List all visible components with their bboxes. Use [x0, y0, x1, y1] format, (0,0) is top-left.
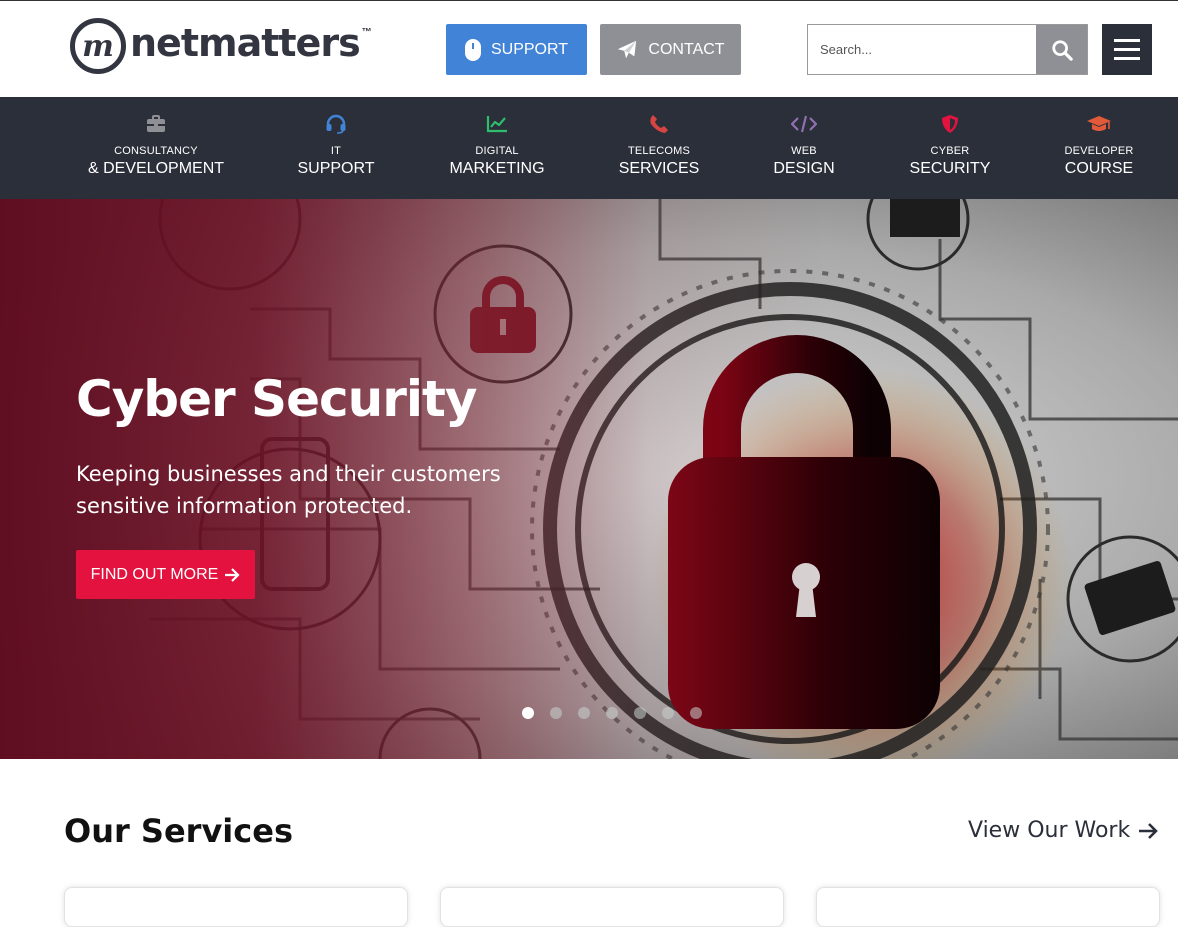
menu-bar-icon — [1114, 48, 1140, 51]
arrow-right-icon — [1139, 822, 1159, 839]
nav-item-small-label: TELECOMS — [627, 145, 691, 157]
nav-item-telecoms[interactable]: TELECOMS SERVICES — [609, 97, 709, 199]
nav-item-label: MARKETING — [449, 160, 545, 177]
nav-item-it-support[interactable]: IT SUPPORT — [286, 97, 386, 199]
support-button-label: SUPPORT — [490, 40, 569, 58]
service-card[interactable] — [64, 887, 408, 927]
slider-dot[interactable] — [690, 707, 702, 719]
nav-item-label: & DEVELOPMENT — [87, 160, 225, 177]
paper-plane-icon — [618, 40, 637, 58]
slider-dot[interactable] — [522, 707, 534, 719]
hero-title: Cyber Security — [76, 370, 478, 428]
search-bar — [807, 24, 1088, 75]
slider-dot[interactable] — [550, 707, 562, 719]
nav-item-small-label: IT — [330, 145, 342, 157]
logo-text: netmatters — [130, 21, 361, 65]
nav-item-label: SUPPORT — [297, 160, 375, 177]
briefcase-icon — [146, 113, 166, 135]
find-out-more-button[interactable]: FIND OUT MORE — [76, 550, 255, 599]
support-button[interactable]: SUPPORT — [446, 24, 587, 75]
slider-dot[interactable] — [606, 707, 618, 719]
hero-subtitle: Keeping businesses and their customers s… — [76, 462, 501, 518]
nav-item-label: COURSE — [1064, 160, 1134, 177]
arrow-right-icon — [225, 567, 240, 582]
slider-dot[interactable] — [578, 707, 590, 719]
service-card[interactable] — [816, 887, 1160, 927]
nav-item-small-label: DEVELOPER — [1064, 145, 1134, 157]
services-nav: CONSULTANCY & DEVELOPMENT IT SUPPORT DIG… — [0, 97, 1178, 199]
headset-icon — [325, 113, 347, 135]
logo-trademark: ™ — [361, 27, 372, 38]
nav-item-label: DESIGN — [773, 160, 835, 177]
find-out-more-label: FIND OUT MORE — [90, 565, 219, 583]
slider-dot[interactable] — [662, 707, 674, 719]
mouse-icon — [464, 38, 481, 61]
hero-slider: Cyber Security Keeping businesses and th… — [0, 199, 1178, 759]
nav-item-label: SERVICES — [618, 160, 700, 177]
slider-dot[interactable] — [634, 707, 646, 719]
shield-icon — [941, 113, 959, 135]
code-icon — [791, 113, 817, 135]
phone-icon — [649, 113, 669, 135]
view-our-work-label: View Our Work — [968, 818, 1131, 843]
search-icon — [1051, 39, 1073, 61]
nav-item-label: SECURITY — [909, 160, 991, 177]
contact-button-label: CONTACT — [648, 40, 725, 58]
nav-item-small-label: CYBER — [930, 145, 970, 157]
menu-bar-icon — [1114, 39, 1140, 42]
site-header: m netmatters ™ SUPPORT CONTACT — [0, 0, 1178, 97]
nav-item-cyber-security[interactable]: CYBER SECURITY — [900, 97, 1000, 199]
service-card[interactable] — [440, 887, 784, 927]
graduation-cap-icon — [1086, 113, 1112, 135]
search-button[interactable] — [1036, 25, 1087, 74]
hamburger-menu-button[interactable] — [1102, 24, 1152, 75]
nav-item-developer-course[interactable]: DEVELOPER COURSE — [1049, 97, 1149, 199]
nav-item-small-label: DIGITAL — [475, 145, 519, 157]
chart-line-icon — [486, 113, 508, 135]
nav-item-digital-marketing[interactable]: DIGITAL MARKETING — [447, 97, 547, 199]
our-services-heading: Our Services — [64, 812, 293, 850]
menu-bar-icon — [1114, 57, 1140, 60]
nav-item-consultancy[interactable]: CONSULTANCY & DEVELOPMENT — [86, 97, 226, 199]
logo-mark: m — [70, 18, 126, 74]
nav-item-small-label: WEB — [791, 145, 817, 157]
slider-dots — [522, 707, 702, 719]
netmatters-logo[interactable]: m netmatters ™ — [70, 17, 372, 75]
nav-item-small-label: CONSULTANCY — [114, 145, 198, 157]
search-input[interactable] — [808, 25, 1036, 74]
view-our-work-link[interactable]: View Our Work — [968, 818, 1159, 843]
nav-item-web-design[interactable]: WEB DESIGN — [754, 97, 854, 199]
contact-button[interactable]: CONTACT — [600, 24, 741, 75]
